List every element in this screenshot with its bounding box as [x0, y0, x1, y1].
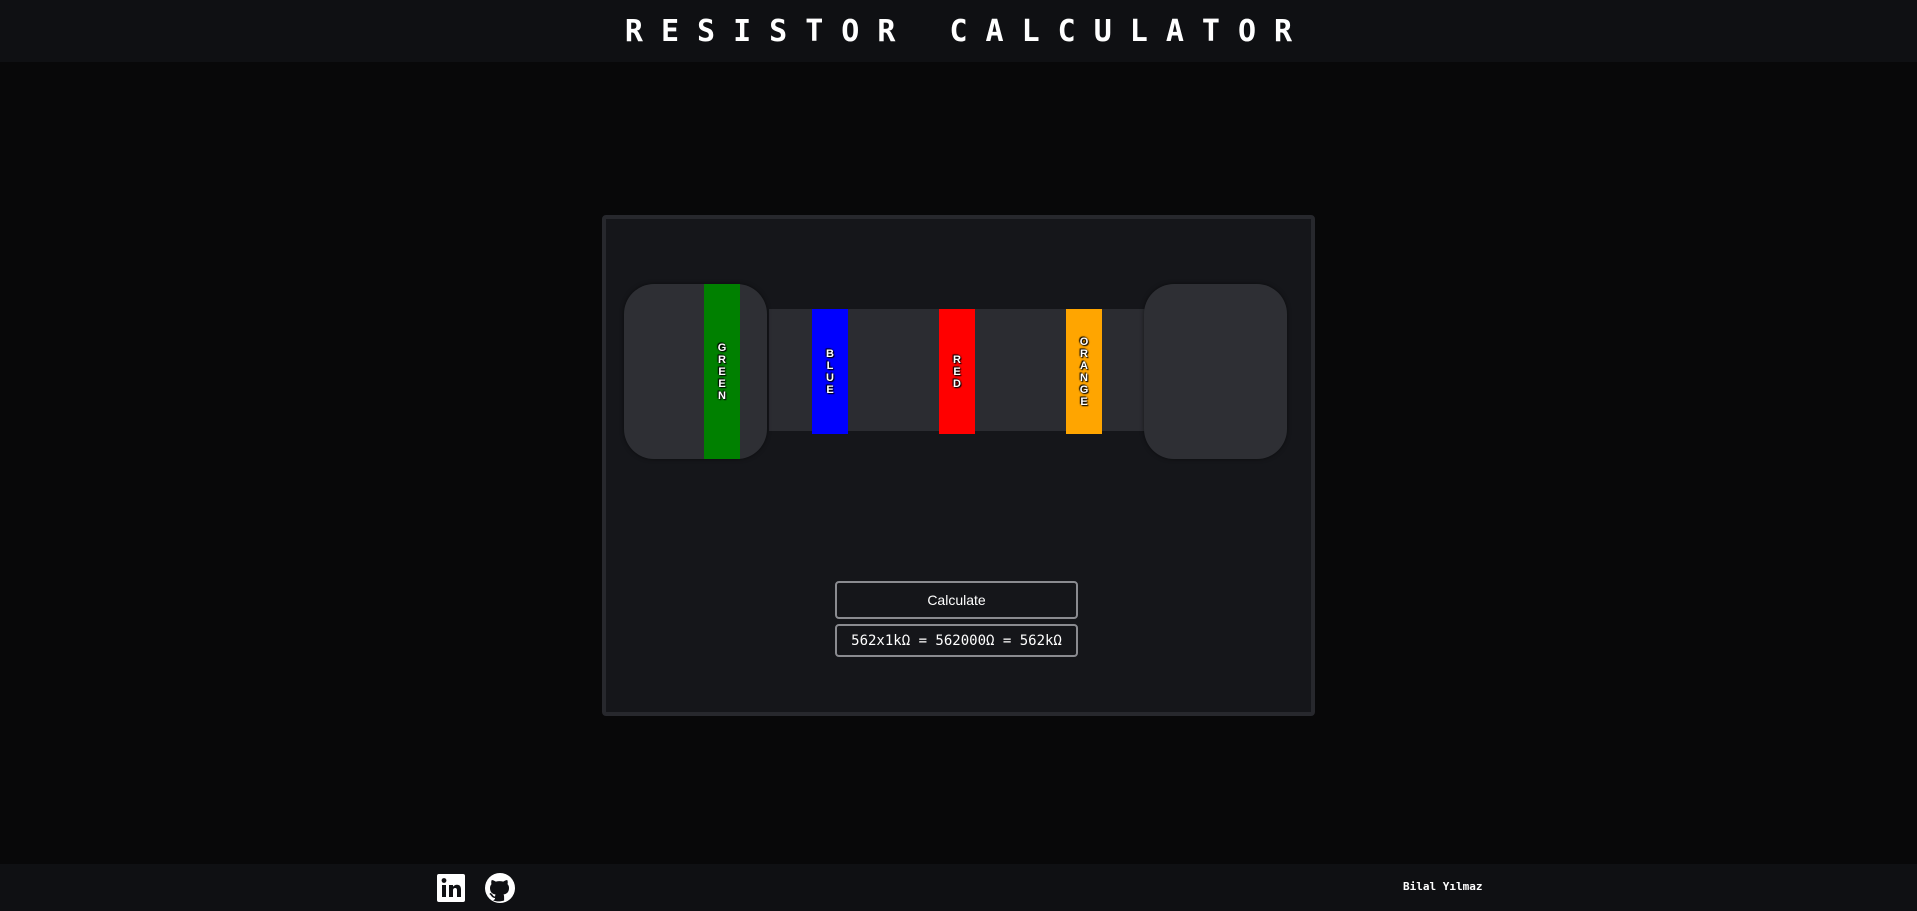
- page-title: RESISTOR CALCULATOR: [624, 13, 1311, 49]
- band-1-label: GREEN: [717, 341, 727, 402]
- band-4-label: ORANGE: [1079, 335, 1089, 408]
- calculate-button[interactable]: Calculate: [835, 581, 1078, 619]
- footer: Bilal Yılmaz: [0, 864, 1917, 911]
- band-4[interactable]: ORANGE: [1066, 309, 1102, 434]
- result-display: 562x1kΩ = 562000Ω = 562kΩ: [835, 624, 1078, 657]
- band-2-label: BLUE: [826, 347, 834, 396]
- resistor-right-cap: [1144, 284, 1287, 459]
- author-name: Bilal Yılmaz: [1403, 880, 1483, 893]
- band-2[interactable]: BLUE: [812, 309, 848, 434]
- band-3[interactable]: RED: [939, 309, 975, 434]
- band-3-label: RED: [953, 353, 961, 390]
- resistor-left-cap: [624, 284, 767, 459]
- band-1[interactable]: GREEN: [704, 284, 740, 459]
- header: RESISTOR CALCULATOR: [0, 0, 1917, 62]
- github-icon[interactable]: [484, 872, 516, 904]
- linkedin-icon[interactable]: [435, 872, 467, 904]
- resistor-card: GREEN BLUE RED ORANGE Calculate 562x1kΩ …: [602, 215, 1315, 716]
